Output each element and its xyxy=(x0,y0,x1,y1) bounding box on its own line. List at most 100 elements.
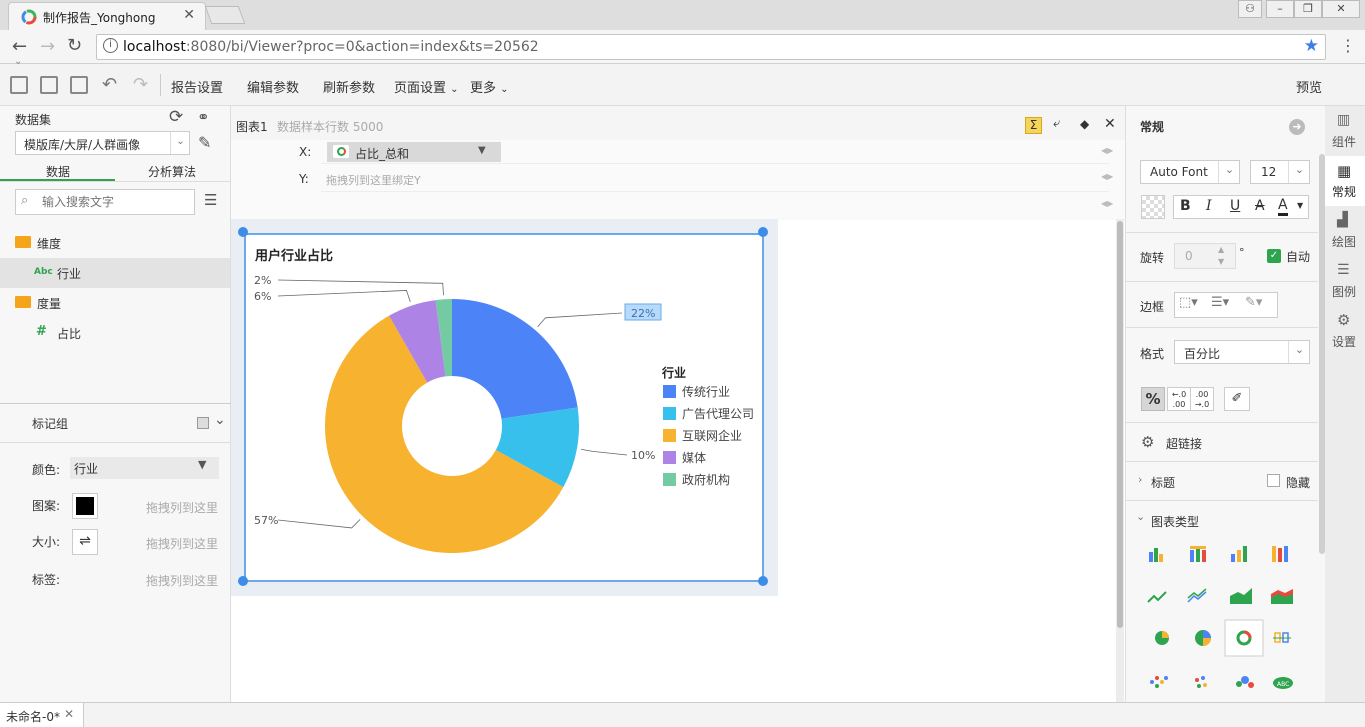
line-color-icon[interactable]: ✎▾ xyxy=(1245,295,1262,310)
bold-icon[interactable]: B xyxy=(1180,198,1191,214)
resize-handle[interactable] xyxy=(238,227,248,237)
stepper-up-icon[interactable]: ▲ xyxy=(1218,245,1224,254)
more-button[interactable]: 更多 ⌄ xyxy=(470,77,509,96)
close-icon[interactable]: ✕ xyxy=(64,707,74,721)
rotate-input[interactable]: 0 ▲ ▼ xyxy=(1174,243,1236,269)
underline-icon[interactable]: U xyxy=(1230,198,1240,214)
border-style-icon[interactable]: ⬚▾ xyxy=(1179,295,1198,310)
hyperlink-button[interactable]: 超链接 xyxy=(1166,435,1202,452)
label-drop-hint[interactable]: 拖拽列到这里 xyxy=(146,572,218,589)
dot-plot-icon[interactable] xyxy=(1195,676,1207,688)
menu-icon[interactable]: ⋮ xyxy=(1340,36,1356,55)
italic-icon[interactable]: I xyxy=(1206,198,1212,214)
resize-handle[interactable] xyxy=(758,576,768,586)
scroll-arrows-icon[interactable]: ◀▶ xyxy=(1101,172,1113,181)
line-style-icon[interactable]: ☰▾ xyxy=(1211,295,1229,310)
dataset-select[interactable]: 模版库/大屏/人群画像 ⌄ xyxy=(15,131,190,155)
bookmark-star-icon[interactable]: ★ xyxy=(1304,36,1319,56)
font-size-select[interactable]: 12 ⌄ xyxy=(1250,160,1310,184)
save-as-icon[interactable] xyxy=(70,76,88,94)
refresh-params-button[interactable]: 刷新参数 xyxy=(323,77,375,96)
save-icon[interactable] xyxy=(40,76,58,94)
multi-line-icon[interactable] xyxy=(1187,588,1207,603)
title-section[interactable]: 标题 xyxy=(1151,474,1175,491)
close-window-icon[interactable]: ✕ xyxy=(1322,0,1360,18)
restore-icon[interactable]: ❐ xyxy=(1294,0,1322,18)
scroll-arrows-icon[interactable]: ◀▶ xyxy=(1101,199,1113,208)
stacked-area-icon[interactable] xyxy=(1271,589,1293,604)
edit-icon[interactable]: ✎ xyxy=(198,133,211,152)
scatter-icon[interactable] xyxy=(1150,676,1168,688)
boxplot-icon[interactable] xyxy=(1273,632,1291,643)
stacked-bar-icon[interactable] xyxy=(1190,546,1206,562)
size-drop-hint[interactable]: 拖拽列到这里 xyxy=(146,535,218,552)
auto-checkbox[interactable]: ✓ xyxy=(1267,249,1281,263)
size-slider-icon[interactable]: ⇌ xyxy=(72,529,98,555)
marks-settings-icon[interactable] xyxy=(197,417,209,429)
chevron-down-icon[interactable]: ⌄ xyxy=(214,412,226,428)
forward-icon[interactable]: → xyxy=(40,36,55,57)
browser-tab[interactable]: 制作报告_Yonghong ✕ xyxy=(8,2,206,30)
swap-icon[interactable]: ⤶ xyxy=(1053,116,1060,131)
area-chart-icon[interactable] xyxy=(1230,588,1252,604)
user-icon[interactable]: ⚇ xyxy=(1238,0,1262,18)
scroll-arrows-icon[interactable]: ◀▶ xyxy=(1101,146,1113,155)
reload-icon[interactable]: ↻ xyxy=(67,35,82,56)
percent-icon[interactable]: % xyxy=(1141,387,1165,411)
resize-handle[interactable] xyxy=(758,227,768,237)
measure-folder[interactable]: 度量 xyxy=(37,295,61,312)
chevron-down-icon[interactable]: ⌄ xyxy=(1136,510,1145,523)
resize-handle[interactable] xyxy=(238,576,248,586)
url-field[interactable]: i localhost:8080/bi/Viewer?proc=0&action… xyxy=(96,34,1326,60)
tab-plot[interactable]: ▟ 绘图 xyxy=(1325,206,1365,256)
bubble-chart-icon[interactable] xyxy=(1236,676,1254,688)
multi-pie-icon[interactable] xyxy=(1195,630,1211,646)
tab-general[interactable]: ▦ 常规 xyxy=(1325,156,1365,206)
hide-checkbox[interactable] xyxy=(1267,474,1280,487)
report-settings-button[interactable]: 报告设置 xyxy=(171,77,223,96)
tab-analysis[interactable]: 分析算法 xyxy=(148,163,196,180)
tab-components[interactable]: ▥ 组件 xyxy=(1325,106,1365,156)
x-field-pill[interactable]: 占比_总和 ▼ xyxy=(327,142,501,162)
fill-color-icon[interactable] xyxy=(1141,195,1165,219)
link-icon[interactable]: ⚭ xyxy=(197,108,210,126)
bar-chart-icon[interactable] xyxy=(1149,548,1163,562)
splitter[interactable] xyxy=(0,403,231,404)
vertical-scrollbar[interactable] xyxy=(1116,219,1124,702)
search-input[interactable] xyxy=(42,193,187,211)
format-select[interactable]: 百分比 ⌄ xyxy=(1174,340,1310,364)
measure-item[interactable]: 占比 xyxy=(57,325,81,342)
strikethrough-icon[interactable]: A xyxy=(1255,198,1265,214)
tab-legend[interactable]: ☰ 图例 xyxy=(1325,256,1365,306)
font-color-icon[interactable]: A xyxy=(1278,197,1288,216)
chart-container[interactable]: 用户行业占比 22% 10% 57% 6% 2% 行业 传统行业 广告代理公司 互联网企业媒… xyxy=(244,233,764,582)
info-icon[interactable]: i xyxy=(103,38,118,53)
dimension-row[interactable]: Abc 行业 xyxy=(0,258,230,288)
arrow-right-icon[interactable]: ➜ xyxy=(1289,119,1305,135)
pie-chart-icon[interactable] xyxy=(1155,631,1169,645)
word-cloud-icon[interactable]: ABC xyxy=(1273,677,1293,689)
close-icon[interactable]: ✕ xyxy=(1104,116,1116,132)
selected-chart-type[interactable] xyxy=(1224,619,1264,657)
increase-decimal-icon[interactable]: .00 →.0 xyxy=(1190,387,1214,411)
format-brush-icon[interactable]: ✐ xyxy=(1224,387,1250,411)
dimension-folder[interactable]: 维度 xyxy=(37,235,61,252)
new-report-icon[interactable] xyxy=(10,76,28,94)
list-menu-icon[interactable]: ☰ xyxy=(204,191,217,209)
tab-data[interactable]: 数据 xyxy=(46,163,70,180)
pattern-drop-hint[interactable]: 拖拽列到这里 xyxy=(146,499,218,516)
caret-down-icon[interactable]: ▼ xyxy=(1297,201,1303,210)
new-tab-button[interactable] xyxy=(204,6,246,24)
line-chart-icon[interactable] xyxy=(1147,591,1167,603)
edit-params-button[interactable]: 编辑参数 xyxy=(247,77,299,96)
stepper-down-icon[interactable]: ▼ xyxy=(1218,257,1224,266)
document-tab[interactable]: 未命名-0* ✕ xyxy=(0,703,84,727)
minimize-icon[interactable]: – xyxy=(1266,0,1294,18)
color-field[interactable]: 行业 ▼ xyxy=(70,457,219,479)
decrease-decimal-icon[interactable]: ←.0.00 xyxy=(1167,387,1191,411)
redo-icon[interactable]: ↷ xyxy=(133,74,148,95)
grouped-bar-icon[interactable] xyxy=(1231,546,1247,562)
preview-button[interactable]: 预览 xyxy=(1296,77,1322,96)
pattern-swatch[interactable] xyxy=(72,493,98,519)
close-tab-icon[interactable]: ✕ xyxy=(183,7,195,23)
